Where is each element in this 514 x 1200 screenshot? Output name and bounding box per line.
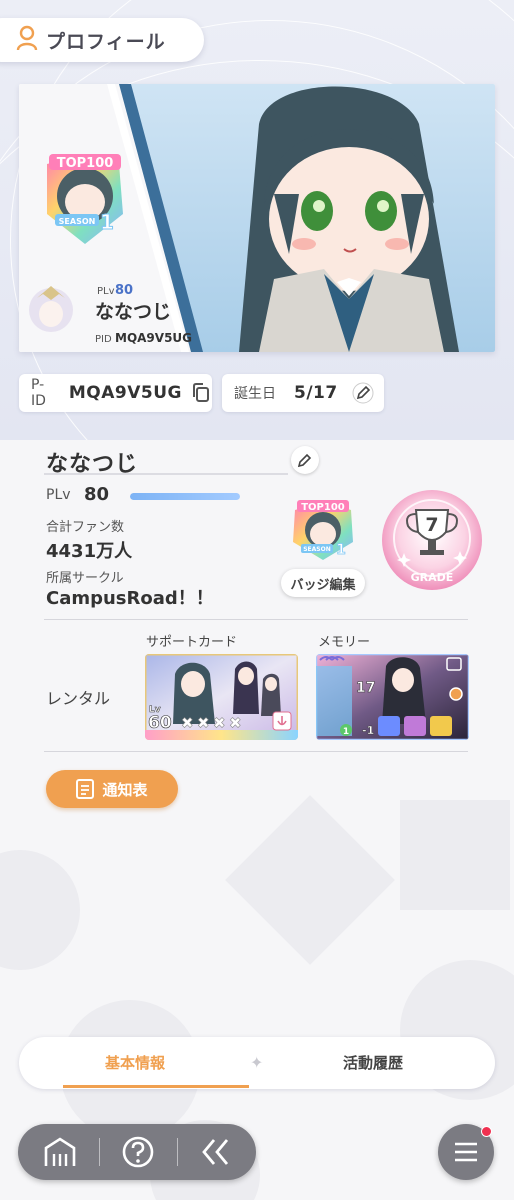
banner-plv-label: PLv bbox=[97, 286, 115, 297]
plv-label: PLv bbox=[46, 487, 71, 503]
notice-button[interactable]: 通知表 bbox=[46, 770, 178, 808]
support-card[interactable]: Lv 60 ✖ ✖ ✖ ✖ bbox=[145, 654, 298, 740]
tab-separator-icon: ✦ bbox=[250, 1053, 264, 1072]
memory-sub2: -1 bbox=[362, 724, 374, 737]
banner-artwork: TOP100 SEASON 1 PLv 80 ななつじ PID MQA9V5UG bbox=[19, 84, 495, 352]
support-lv-value: 60 bbox=[148, 713, 172, 733]
banner-name: ななつじ bbox=[95, 301, 171, 323]
svg-text:✖: ✖ bbox=[229, 714, 242, 732]
pid-chip: P-ID MQA9V5UG bbox=[19, 374, 212, 412]
page-title: プロフィール bbox=[46, 30, 166, 53]
badge-number: 1 bbox=[336, 542, 346, 558]
person-icon bbox=[16, 25, 38, 55]
notice-label: 通知表 bbox=[102, 780, 148, 799]
tab-basic-info[interactable]: 基本情報 bbox=[105, 1052, 165, 1073]
profile-banner: TOP100 SEASON 1 PLv 80 ななつじ PID MQA9V5UG bbox=[19, 84, 495, 352]
menu-button[interactable] bbox=[438, 1124, 494, 1180]
pencil-icon bbox=[297, 452, 313, 468]
help-button[interactable] bbox=[100, 1124, 176, 1180]
circle-value: CampusRoad！！ bbox=[46, 588, 214, 609]
pid-label: P-ID bbox=[31, 377, 46, 409]
tab-bar: 基本情報 ✦ 活動履歴 bbox=[19, 1037, 495, 1089]
home-button[interactable] bbox=[22, 1124, 98, 1180]
rental-label: レンタル bbox=[46, 689, 111, 708]
back-chevrons-icon bbox=[200, 1137, 232, 1167]
banner-badge-season: SEASON bbox=[59, 217, 96, 226]
banner-plv-value: 80 bbox=[115, 283, 133, 298]
grade-label: GRADE bbox=[411, 571, 454, 584]
section-divider-bottom bbox=[44, 751, 468, 752]
fans-label: 合計ファン数 bbox=[46, 520, 125, 535]
plv-progress-bar bbox=[130, 493, 240, 500]
grade-emblem[interactable]: 7 GRADE bbox=[380, 488, 484, 592]
svg-text:✖: ✖ bbox=[181, 714, 194, 732]
page-title-pill: プロフィール bbox=[0, 18, 204, 62]
notification-dot bbox=[481, 1126, 492, 1137]
memory-card[interactable]: 17 1 -1 bbox=[316, 654, 469, 740]
home-icon bbox=[43, 1136, 77, 1168]
menu-icon bbox=[453, 1141, 479, 1163]
badge-top: TOP100 bbox=[301, 502, 345, 513]
section-divider-top bbox=[44, 619, 468, 620]
name-underline bbox=[44, 473, 288, 475]
help-icon bbox=[121, 1135, 155, 1169]
plv-value: 80 bbox=[84, 484, 110, 505]
badge-edit-button[interactable]: バッジ編集 bbox=[281, 569, 365, 597]
birthday-value: 5/17 bbox=[294, 383, 338, 403]
fans-value: 4431万人 bbox=[46, 541, 133, 562]
memory-title: メモリー bbox=[318, 635, 371, 650]
banner-pid-value: MQA9V5UG bbox=[115, 331, 192, 345]
report-card-icon bbox=[76, 779, 95, 799]
banner-badge-number: 1 bbox=[100, 210, 114, 234]
grade-value: 7 bbox=[425, 514, 438, 536]
name-edit-button[interactable] bbox=[291, 446, 319, 474]
svg-text:✖: ✖ bbox=[213, 714, 226, 732]
support-card-title: サポートカード bbox=[146, 635, 238, 650]
copy-icon[interactable] bbox=[190, 382, 212, 404]
memory-sub1: 1 bbox=[343, 727, 349, 737]
active-tab-indicator bbox=[63, 1085, 249, 1088]
pid-value: MQA9V5UG bbox=[68, 383, 182, 403]
bottom-nav bbox=[18, 1124, 256, 1180]
badge-season: SEASON bbox=[303, 546, 331, 553]
birthday-chip: 誕生日 5/17 bbox=[222, 374, 384, 412]
profile-badge[interactable]: TOP100 SEASON 1 bbox=[291, 496, 355, 562]
banner-pid-label: PID bbox=[95, 334, 112, 345]
memory-value: 17 bbox=[356, 680, 375, 696]
back-button[interactable] bbox=[178, 1124, 254, 1180]
tab-activity-history[interactable]: 活動履歴 bbox=[343, 1052, 403, 1073]
banner-badge-top: TOP100 bbox=[57, 156, 114, 171]
birthday-edit-icon[interactable] bbox=[352, 382, 374, 404]
birthday-label: 誕生日 bbox=[234, 386, 276, 402]
plv-progress-fill bbox=[130, 493, 240, 500]
svg-text:✖: ✖ bbox=[197, 714, 210, 732]
